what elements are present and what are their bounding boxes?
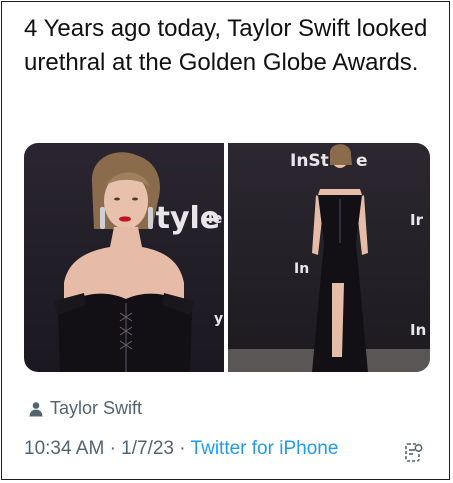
tweet-text: 4 Years ago today, Taylor Swift looked u… <box>24 15 428 76</box>
analytics-icon[interactable] <box>404 442 424 464</box>
tweet-media[interactable]: Style le yle <box>24 143 430 372</box>
tweet-meta: 10:34 AM · 1/7/23 · Twitter for iPhone <box>24 438 338 460</box>
tagged-user[interactable]: Taylor Swift <box>28 398 142 419</box>
photo-right-figure <box>312 144 368 372</box>
tweet-date[interactable]: 1/7/23 <box>121 438 174 459</box>
tweet-time[interactable]: 10:34 AM <box>24 438 104 459</box>
tweet-source-link[interactable]: Twitter for iPhone <box>191 438 339 459</box>
meta-separator: · <box>109 438 116 459</box>
tagged-user-name: Taylor Swift <box>50 398 143 418</box>
photo-left-figure <box>54 152 194 372</box>
person-icon <box>29 401 43 416</box>
tweet-card: 4 Years ago today, Taylor Swift looked u… <box>1 1 450 480</box>
photo-left[interactable]: Style le yle <box>24 143 224 372</box>
meta-separator: · <box>179 438 186 459</box>
photo-right[interactable]: InSt e In Ir In <box>228 143 430 372</box>
